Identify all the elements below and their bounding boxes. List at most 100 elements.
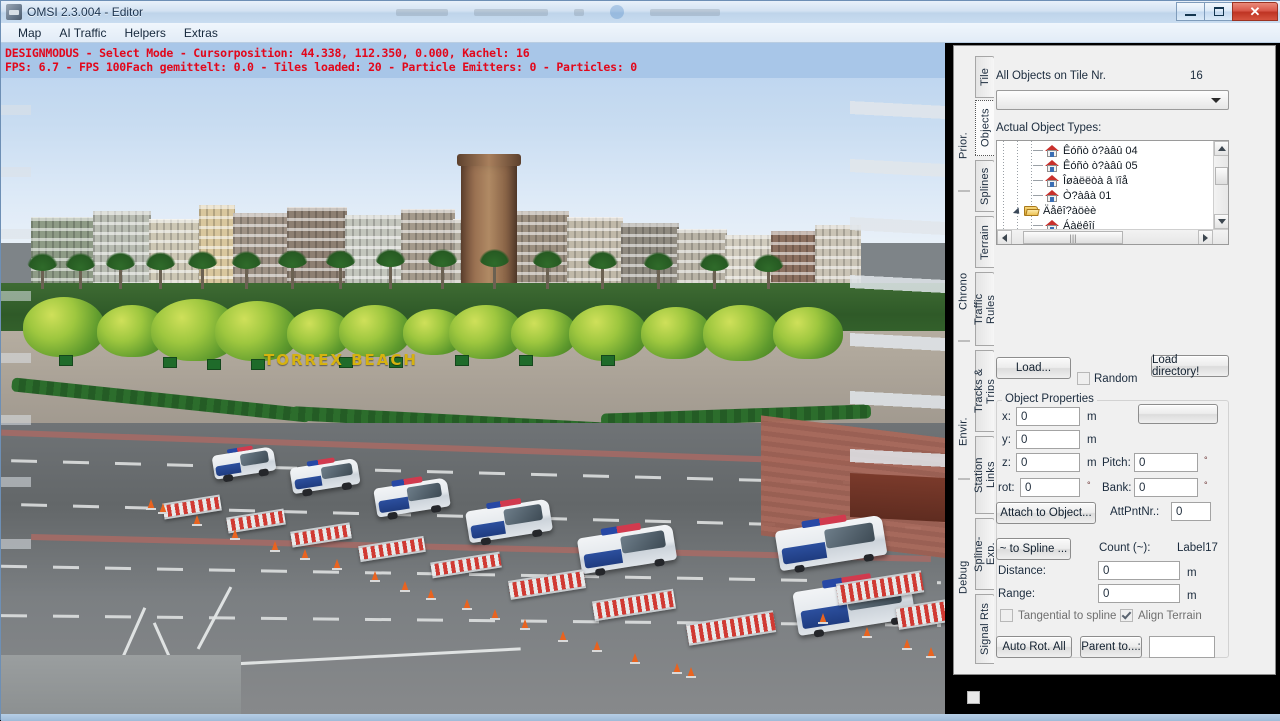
scroll-up-button[interactable] xyxy=(1214,141,1228,156)
z-unit: m xyxy=(1087,457,1097,469)
distance-label: Distance: xyxy=(998,565,1046,577)
menu-item-map[interactable]: Map xyxy=(9,24,50,42)
align-terrain-label: Align Terrain xyxy=(1138,610,1202,622)
tree-item-label: Êóñò ò?àâû 05 xyxy=(1063,159,1138,172)
tree-item-row[interactable]: Ò?àâà 01 xyxy=(1031,188,1228,203)
parent-to-input[interactable] xyxy=(1149,636,1215,658)
application-window: OMSI 2.3.004 - Editor ✕ Map AI Traffic H… xyxy=(0,0,1280,721)
tree-hscroll-thumb[interactable]: ||| xyxy=(1023,231,1123,244)
y-label: y: xyxy=(1002,434,1011,446)
attach-to-object-button[interactable]: Attach to Object... xyxy=(996,502,1096,524)
object-types-tree[interactable]: Êóñò ò?àâû 04 Êóñò ò?àâû 05 Îøàëëòà â ïî… xyxy=(996,140,1229,245)
outer-tab-envir[interactable]: Envir. xyxy=(954,397,973,467)
tab-objects[interactable]: Objects xyxy=(975,100,996,156)
random-checkbox[interactable] xyxy=(1077,372,1090,385)
hud-overlay: DESIGNMODUS - Select Mode - Cursorpositi… xyxy=(1,43,945,78)
to-spline-button[interactable]: ~ to Spline ... xyxy=(996,538,1071,560)
x-input[interactable]: 0 xyxy=(1016,407,1080,426)
actual-object-types-label: Actual Object Types: xyxy=(996,122,1102,134)
load-directory-button[interactable]: Load directory! xyxy=(1151,354,1229,378)
outer-tab-chrono[interactable]: Chrono xyxy=(954,252,973,330)
tree-vertical-scrollbar[interactable] xyxy=(1213,141,1228,229)
skyline-buildings xyxy=(31,191,861,291)
all-objects-on-tile-label: All Objects on Tile Nr. xyxy=(996,70,1106,82)
pitch-unit: ° xyxy=(1204,455,1208,465)
3d-viewport[interactable]: TORREX BEACH DESIGNMODUS - Select Mode -… xyxy=(1,43,945,714)
object-properties-title: Object Properties xyxy=(1002,393,1097,405)
range-input[interactable]: 0 xyxy=(1098,584,1180,603)
checkmark-icon xyxy=(1121,609,1132,620)
outer-tab-debug[interactable]: Debug xyxy=(954,542,973,612)
minimize-button[interactable] xyxy=(1176,2,1205,21)
background-window-ghost-toolbar xyxy=(396,3,956,21)
rot-unit: ° xyxy=(1087,480,1091,490)
tree-item-row[interactable]: Êóñò ò?àâû 04 xyxy=(1031,143,1228,158)
tab-signal-rts[interactable]: Signal Rts xyxy=(975,594,995,664)
right-foreground-building xyxy=(850,43,945,508)
hud-line-cursorposition: DESIGNMODUS - Select Mode - Cursorpositi… xyxy=(5,46,530,60)
editor-dock: Prior. Chrono Envir. Debug Tile Objects … xyxy=(945,43,1280,714)
distance-input[interactable]: 0 xyxy=(1098,561,1180,580)
parent-to-button[interactable]: Parent to...: xyxy=(1080,636,1142,658)
tab-terrain[interactable]: Terrain xyxy=(975,216,995,268)
object-select-combo[interactable] xyxy=(996,90,1229,110)
load-button[interactable]: Load... xyxy=(996,357,1071,379)
menu-item-ai-traffic[interactable]: AI Traffic xyxy=(50,24,115,42)
auto-rot-all-button[interactable]: Auto Rot. All xyxy=(996,636,1072,658)
bank-label: Bank: xyxy=(1102,482,1132,494)
tree-item-row[interactable]: Îøàëëòà â ïîå xyxy=(1031,173,1228,188)
menu-item-extras[interactable]: Extras xyxy=(175,24,227,42)
tab-traffic-rules[interactable]: Traffic Rules xyxy=(973,272,997,346)
bank-unit: ° xyxy=(1204,480,1208,490)
z-input[interactable]: 0 xyxy=(1016,453,1080,472)
tile-number-value: 16 xyxy=(1190,70,1203,82)
right-building-base xyxy=(850,473,945,522)
window-controls: ✕ xyxy=(1176,2,1278,22)
outer-tab-prior[interactable]: Prior. xyxy=(954,110,973,182)
tree-folder-row[interactable]: Äåêî?àöèè xyxy=(1011,203,1228,218)
tangential-to-spline-label: Tangential to spline xyxy=(1018,610,1117,622)
z-label: z: xyxy=(1002,457,1011,469)
scroll-right-button[interactable] xyxy=(1198,230,1213,244)
object-preview-button[interactable] xyxy=(1138,404,1218,424)
tab-tile[interactable]: Tile xyxy=(975,56,995,98)
title-bar: OMSI 2.3.004 - Editor ✕ xyxy=(1,1,1280,23)
tree-horizontal-scrollbar[interactable]: ||| xyxy=(997,229,1228,244)
tree-item-label: Ò?àâà 01 xyxy=(1063,189,1112,202)
beach-sign-text: TORREX BEACH xyxy=(264,351,418,369)
tree-connector-icon xyxy=(1033,180,1043,181)
tangential-to-spline-checkbox[interactable] xyxy=(1000,609,1013,622)
house-icon xyxy=(1045,174,1059,187)
sidewalk xyxy=(1,655,241,714)
tree-vscroll-thumb[interactable] xyxy=(1215,167,1228,185)
align-terrain-checkbox[interactable] xyxy=(1120,609,1133,622)
menu-item-helpers[interactable]: Helpers xyxy=(115,24,174,42)
tab-tracks-and-trips[interactable]: Tracks & Trips xyxy=(973,350,997,432)
tree-item-row[interactable]: Êóñò ò?àâû 05 xyxy=(1031,158,1228,173)
pitch-label: Pitch: xyxy=(1102,457,1131,469)
dock-bottom-area xyxy=(953,677,1276,713)
distance-unit: m xyxy=(1187,567,1197,579)
tree-connector-icon xyxy=(1033,165,1043,166)
tab-splines[interactable]: Splines xyxy=(975,160,995,212)
rot-input[interactable]: 0 xyxy=(1020,478,1080,497)
tab-station-links[interactable]: Station Links xyxy=(973,436,997,514)
attpntnr-input[interactable]: 0 xyxy=(1171,502,1211,521)
tree-folder-label: Äåêî?àöèè xyxy=(1043,204,1097,217)
close-button[interactable]: ✕ xyxy=(1232,2,1278,21)
bank-input[interactable]: 0 xyxy=(1134,478,1198,497)
attpntnr-label: AttPntNr.: xyxy=(1110,506,1160,518)
scroll-down-button[interactable] xyxy=(1214,214,1228,229)
tab-spline-exp[interactable]: Spline-Exp. xyxy=(973,518,997,590)
x-unit: m xyxy=(1087,411,1097,423)
dock-resize-handle[interactable] xyxy=(967,691,980,704)
window-title: OMSI 2.3.004 - Editor xyxy=(27,5,144,19)
y-input[interactable]: 0 xyxy=(1016,430,1080,449)
house-icon xyxy=(1045,144,1059,157)
pitch-input[interactable]: 0 xyxy=(1134,453,1198,472)
scroll-left-button[interactable] xyxy=(997,230,1012,244)
chevron-down-icon xyxy=(1211,98,1221,103)
maximize-button[interactable] xyxy=(1204,2,1233,21)
tree-item-label: Êóñò ò?àâû 04 xyxy=(1063,144,1138,157)
expander-triangle-icon[interactable] xyxy=(1013,206,1023,216)
